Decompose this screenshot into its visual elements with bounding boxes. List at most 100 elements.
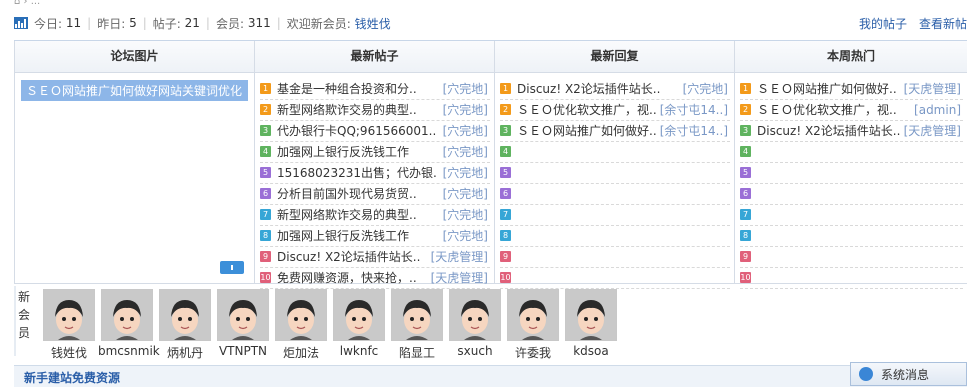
posts-count: 21 [184,16,200,30]
avatar[interactable] [101,289,153,341]
member-card[interactable]: kdsoa [562,289,620,358]
avatar[interactable] [507,289,559,341]
rank-badge: 6 [500,188,511,199]
avatar[interactable] [333,289,385,341]
thread-title-link[interactable]: 基金是一种组合投资和分.. [277,79,417,99]
author-link[interactable]: [天虎管理] [431,268,488,288]
member-name-link[interactable]: 陷显工 [388,344,446,361]
list-item: 5 [740,163,963,184]
rank-badge: 4 [740,146,751,157]
list-item: 1 Discuz! X2论坛插件站长.. [穴完地] [500,79,730,100]
author-link[interactable]: [admin] [914,100,961,120]
thread-title-link[interactable]: 免费网赚资源，快来抢，.. [277,268,417,288]
thread-title-link[interactable]: 分析目前国外现代易货贸.. [277,184,417,204]
rank-badge: 4 [500,146,511,157]
rank-badge: 7 [740,209,751,220]
author-link[interactable]: [穴完地] [443,184,488,204]
system-message-button[interactable]: 系统消息 [850,362,967,386]
author-link[interactable]: [穴完地] [443,100,488,120]
new-posts-column: 最新帖子 1 基金是一种组合投资和分.. [穴完地] 2 新型网络欺诈交易的典型.. [穴… [254,41,494,289]
avatar[interactable] [391,289,443,341]
avatar[interactable] [217,289,269,341]
list-item: 8 加强网上银行反洗钱工作 [穴完地] [260,226,490,247]
rank-badge: 5 [740,167,751,178]
list-item: 2 新型网络欺诈交易的典型.. [穴完地] [260,100,490,121]
author-link[interactable]: [穴完地] [443,163,488,183]
list-item: 5 15168023231出售；代办银.. [穴完地] [260,163,490,184]
member-name-link[interactable]: kdsoa [562,344,620,358]
list-item: 9 [740,247,963,268]
member-card[interactable]: bmcsnmik [98,289,160,358]
members-count: 311 [247,16,271,30]
rank-badge: 1 [500,83,511,94]
rank-badge: 9 [500,251,511,262]
member-card[interactable]: 陷显工 [388,289,446,361]
member-card[interactable]: 炬加法 [272,289,330,361]
list-item: 7 [500,205,730,226]
author-link[interactable]: [穴完地] [443,142,488,162]
forum-overview-grid: 论坛图片 ＳＥＯ网站推广如何做好网站关键词优化 最新帖子 1 基金是一种组合投资和… [14,40,967,289]
avatar[interactable] [449,289,501,341]
rank-badge: 8 [740,230,751,241]
member-card[interactable]: sxuch [446,289,504,358]
member-name-link[interactable]: lwknfc [330,344,388,358]
author-link[interactable]: [余寸屯14..] [660,121,728,141]
list-item: 6 分析目前国外现代易货贸.. [穴完地] [260,184,490,205]
rank-badge: 8 [500,230,511,241]
thread-title-link[interactable]: ＳＥＯ优化软文推广，视.. [517,100,657,120]
author-link[interactable]: [天虎管理] [904,79,961,99]
member-card[interactable]: VTNPTN [214,289,272,358]
weekly-hot-header: 本周热门 [735,41,967,73]
thread-title-link[interactable]: Discuz! X2论坛插件站长.. [757,121,900,141]
list-item: 6 [740,184,963,205]
system-message-label: 系统消息 [881,367,930,382]
thread-title-link[interactable]: 加强网上银行反洗钱工作 [277,226,409,246]
thread-title-link[interactable]: 15168023231出售；代办银.. [277,163,437,183]
member-name-link[interactable]: VTNPTN [214,344,272,358]
avatar[interactable] [159,289,211,341]
new-members-section: 新会员 钱姓伐 bmcsnmik 炳机丹 VTNPTN 炬加法 lwknfc 陷显工 sxuc… [14,286,967,361]
thread-title-link[interactable]: Discuz! X2论坛插件站长.. [517,79,660,99]
author-link[interactable]: [穴完地] [443,205,488,225]
newest-member-link[interactable]: 钱姓伐 [355,15,391,32]
list-item: 5 [500,163,730,184]
author-link[interactable]: [穴完地] [443,121,488,141]
thread-title-link[interactable]: 新型网络欺诈交易的典型.. [277,205,417,225]
member-card[interactable]: 许委我 [504,289,562,361]
forum-picture-item[interactable]: ＳＥＯ网站推广如何做好网站关键词优化 [21,80,248,101]
member-name-link[interactable]: 炬加法 [272,344,330,361]
view-new-posts-link[interactable]: 查看新帖 [919,15,967,32]
avatar[interactable] [275,289,327,341]
thread-title-link[interactable]: 加强网上银行反洗钱工作 [277,142,409,162]
avatar[interactable] [565,289,617,341]
list-item: 2 ＳＥＯ优化软文推广，视.. [admin] [740,100,963,121]
author-link[interactable]: [余寸屯14..] [660,100,728,120]
author-link[interactable]: [天虎管理] [904,121,961,141]
member-name-link[interactable]: 许委我 [504,344,562,361]
thread-title-link[interactable]: 新型网络欺诈交易的典型.. [277,100,417,120]
member-name-link[interactable]: sxuch [446,344,504,358]
slide-pager-button[interactable] [220,261,244,274]
new-members-label: 新会员 [18,290,31,340]
my-posts-link[interactable]: 我的帖子 [859,15,907,32]
member-name-link[interactable]: 钱姓伐 [40,344,98,361]
avatar[interactable] [43,289,95,341]
author-link[interactable]: [穴完地] [683,79,728,99]
breadcrumb-remnant: ⌂ › ... [14,0,41,6]
member-card[interactable]: 炳机丹 [156,289,214,361]
member-name-link[interactable]: 炳机丹 [156,344,214,361]
thread-title-link[interactable]: Discuz! X2论坛插件站长.. [277,247,420,267]
member-card[interactable]: 钱姓伐 [40,289,98,361]
author-link[interactable]: [天虎管理] [431,247,488,267]
thread-title-link[interactable]: ＳＥＯ网站推广如何做好.. [757,79,897,99]
rank-badge: 5 [500,167,511,178]
thread-title-link[interactable]: ＳＥＯ优化软文推广，视.. [757,100,897,120]
member-name-link[interactable]: bmcsnmik [98,344,160,358]
list-item: 1 ＳＥＯ网站推广如何做好.. [天虎管理] [740,79,963,100]
thread-title-link[interactable]: ＳＥＯ网站推广如何做好.. [517,121,657,141]
member-card[interactable]: lwknfc [330,289,388,358]
author-link[interactable]: [穴完地] [443,79,488,99]
author-link[interactable]: [穴完地] [443,226,488,246]
thread-title-link[interactable]: 代办银行卡QQ;961566001.. [277,121,436,141]
rank-badge: 2 [740,104,751,115]
